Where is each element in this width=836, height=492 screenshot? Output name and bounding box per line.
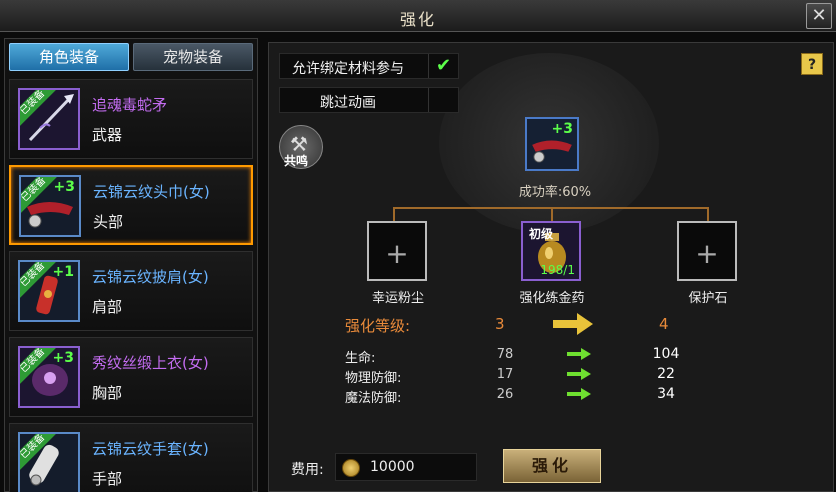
arrow-right-icon [567, 368, 591, 380]
stat-label: 生命: [345, 351, 376, 366]
stat-to: 34 [657, 386, 675, 402]
allow-bound-materials-option[interactable]: 允许绑定材料参与 ✔ [279, 53, 459, 79]
arrow-right-icon [567, 348, 591, 360]
item-icon-shawl: 已装备 +1 [18, 260, 80, 322]
item-icon-gloves: 已装备 [18, 432, 80, 492]
help-button[interactable]: ? [801, 53, 823, 75]
stat-label: 魔法防御: [345, 391, 402, 406]
window-titlebar: 强化 ✕ [0, 0, 836, 32]
coin-icon [342, 459, 360, 477]
connector-line [551, 207, 553, 221]
item-slot: 手部 [92, 470, 123, 488]
plus-icon: + [695, 237, 719, 270]
item-name: 云锦云纹手套(女) [92, 440, 209, 458]
potion-grade: 初级 [529, 227, 554, 241]
plus-level: +3 [551, 121, 573, 137]
stat-to: 104 [652, 346, 680, 362]
resonance-label: 共鸣 [284, 154, 309, 168]
enhance-level-from: 3 [495, 315, 505, 333]
option-label: 跳过动画 [320, 95, 376, 111]
resonance-button[interactable]: ⚒ 共鸣 [279, 125, 323, 169]
stat-from: 17 [496, 367, 514, 382]
checkbox-checked[interactable]: ✔ [428, 54, 458, 78]
arrow-right-icon [567, 388, 591, 400]
arrow-right-icon [553, 313, 593, 335]
item-icon-robe: 已装备 +3 [18, 346, 80, 408]
enhance-level-label: 强化等级: [345, 317, 411, 335]
slot-label: 幸运粉尘 [371, 291, 424, 306]
item-slot: 肩部 [92, 298, 123, 316]
success-rate: 成功率:60% [518, 185, 592, 200]
slot-label: 强化练金药 [519, 291, 585, 306]
stat-to: 22 [657, 366, 675, 382]
item-slot: 头部 [93, 213, 124, 231]
stat-from: 78 [496, 347, 514, 362]
stat-label: 物理防御: [345, 371, 402, 386]
cost-display: 10000 [335, 453, 477, 481]
enhance-level-to: 4 [659, 315, 669, 333]
window-title: 强化 [399, 10, 436, 29]
plus-level: +1 [52, 264, 74, 280]
alchemy-potion-slot[interactable]: 初级 198/1 [521, 221, 581, 281]
item-slot: 胸部 [92, 384, 123, 402]
plus-level: +3 [53, 179, 75, 195]
item-icon-headband: 已装备 +3 [19, 175, 81, 237]
item-slot: 武器 [92, 126, 123, 144]
option-label: 允许绑定材料参与 [292, 61, 404, 77]
enhance-button[interactable]: 强化 [503, 449, 601, 483]
skip-animation-option[interactable]: 跳过动画 [279, 87, 459, 113]
connector-line [393, 207, 395, 221]
cost-value: 10000 [370, 459, 415, 475]
item-name: 云锦云纹披肩(女) [92, 268, 209, 286]
item-name: 追魂毒蛇矛 [92, 96, 168, 114]
equipment-item[interactable]: 已装备 +1 云锦云纹披肩(女) 肩部 [9, 251, 253, 331]
connector-line [707, 207, 709, 221]
plus-level: +3 [52, 350, 74, 366]
item-icon-spear: 已装备 [18, 88, 80, 150]
item-name: 秀纹丝缎上衣(女) [92, 354, 209, 372]
equipment-item[interactable]: 已装备 +3 秀纹丝缎上衣(女) 胸部 [9, 337, 253, 417]
equipment-item[interactable]: 已装备 追魂毒蛇矛 武器 [9, 79, 253, 159]
cost-label: 费用: [291, 462, 324, 478]
equipment-item-selected[interactable]: 已装备 +3 云锦云纹头巾(女) 头部 [9, 165, 253, 245]
item-name: 云锦云纹头巾(女) [93, 183, 210, 201]
tab-pet-equipment[interactable]: 宠物装备 [133, 43, 253, 71]
equipment-item[interactable]: 已装备 云锦云纹手套(女) 手部 [9, 423, 253, 492]
enhance-panel: ? 允许绑定材料参与 ✔ 跳过动画 ⚒ 共鸣 +3 成功率:60% + 幸运粉尘… [268, 42, 834, 492]
protection-stone-slot[interactable]: + [677, 221, 737, 281]
stat-from: 26 [496, 387, 514, 402]
equipment-list-panel: 角色装备 宠物装备 已装备 追魂毒蛇矛 武器 已装备 +3 云锦云纹头巾(女) … [4, 38, 258, 492]
tab-character-equipment[interactable]: 角色装备 [9, 43, 129, 71]
plus-icon: + [385, 237, 409, 270]
close-button[interactable]: ✕ [806, 3, 832, 29]
slot-label: 保护石 [688, 291, 728, 306]
checkbox-unchecked[interactable] [428, 88, 458, 112]
lucky-dust-slot[interactable]: + [367, 221, 427, 281]
target-item-slot[interactable]: +3 [525, 117, 579, 171]
potion-count: 198/1 [540, 263, 575, 277]
